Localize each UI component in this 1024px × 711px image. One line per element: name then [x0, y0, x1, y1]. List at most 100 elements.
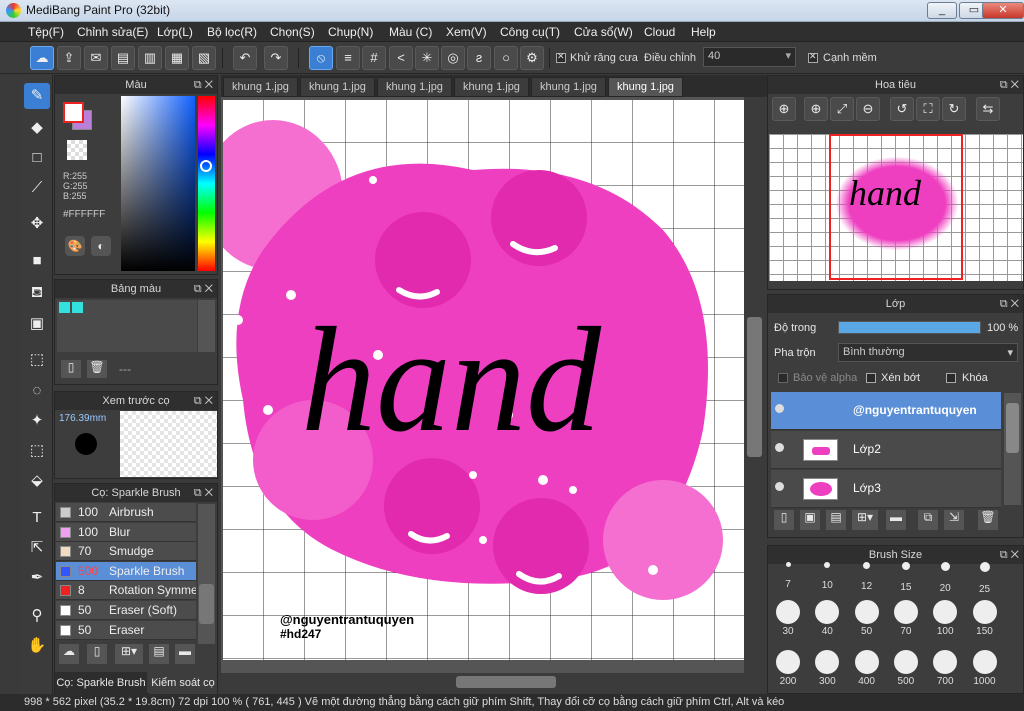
- redo-icon[interactable]: ↷: [264, 46, 288, 70]
- add-brush-icon[interactable]: ⊞▾: [115, 644, 143, 664]
- brush-list-item[interactable]: 50 Eraser (Soft): [56, 601, 196, 620]
- brush-settings-icon[interactable]: ▤: [149, 644, 169, 664]
- tab-brush-control[interactable]: Kiểm soát cọ: [149, 672, 217, 694]
- blend-mode-select[interactable]: Bình thường ▾: [838, 343, 1018, 362]
- share-icon[interactable]: ⇪: [57, 46, 81, 70]
- palette-swatch[interactable]: [59, 302, 70, 313]
- brush-size-option[interactable]: 40: [807, 600, 847, 637]
- close-button[interactable]: ✕: [982, 2, 1024, 19]
- new-brush-icon[interactable]: ▯: [87, 644, 107, 664]
- menu-cloud[interactable]: Cloud: [644, 25, 675, 39]
- perspective-snap-icon[interactable]: <: [389, 46, 413, 70]
- opacity-slider[interactable]: [838, 321, 981, 334]
- gradient-tool-icon[interactable]: ▣: [24, 311, 50, 337]
- navigator-viewport-frame[interactable]: [829, 134, 963, 280]
- panel-close-icon[interactable]: ⧉ ✕: [194, 76, 213, 94]
- minimize-button[interactable]: _: [927, 2, 957, 19]
- curve-snap-icon[interactable]: ƨ: [467, 46, 491, 70]
- text-tool-icon[interactable]: T: [24, 505, 50, 531]
- tab-brush[interactable]: Cọ: Sparkle Brush: [55, 672, 147, 694]
- divide-tool-icon[interactable]: ✒: [24, 565, 50, 591]
- delete-layer-icon[interactable]: 🗑: [978, 510, 998, 530]
- brush-size-option[interactable]: 400: [847, 650, 887, 687]
- brush-size-option[interactable]: 50: [847, 600, 887, 637]
- rotate-right-icon[interactable]: ↻: [942, 97, 966, 121]
- flip-icon[interactable]: ⇆: [976, 97, 1000, 121]
- select-eraser-tool-icon[interactable]: ⬙: [24, 468, 50, 494]
- layer-row[interactable]: Lớp2: [771, 431, 1001, 469]
- transparent-color-swatch[interactable]: [67, 140, 87, 160]
- parallel-snap-icon[interactable]: ≡: [336, 46, 360, 70]
- menu-help[interactable]: Help: [691, 25, 716, 39]
- menu-layer[interactable]: Lớp(L): [157, 25, 193, 39]
- menu-tools[interactable]: Công cụ(T): [500, 25, 560, 39]
- document-tab[interactable]: khung 1.jpg: [377, 77, 452, 97]
- select-pen-tool-icon[interactable]: ⬚: [24, 438, 50, 464]
- saturation-value-picker[interactable]: [121, 96, 195, 271]
- brush-list-item[interactable]: 100 Blur: [56, 522, 196, 542]
- brush-size-option[interactable]: 200: [768, 650, 808, 687]
- move-tool-icon[interactable]: ✥: [24, 211, 50, 237]
- brush-size-option[interactable]: 70: [886, 600, 926, 637]
- layer-attribute-icon[interactable]: ▤: [826, 510, 846, 530]
- add-layer-menu-icon[interactable]: ⊞▾: [852, 510, 878, 530]
- brush-size-option[interactable]: 7: [768, 560, 808, 590]
- visibility-eye-icon[interactable]: [775, 443, 784, 452]
- brush-size-option[interactable]: 500: [886, 650, 926, 687]
- menu-file[interactable]: Tệp(F): [28, 25, 64, 39]
- rotate-left-icon[interactable]: ↺: [890, 97, 914, 121]
- panel-close-icon[interactable]: ⧉ ✕: [1000, 76, 1019, 94]
- edit-doc-icon[interactable]: ▧: [192, 46, 216, 70]
- panel-close-icon[interactable]: ⧉ ✕: [194, 484, 213, 502]
- horizontal-scroll-thumb[interactable]: [456, 676, 556, 688]
- duplicate-layer-icon[interactable]: ⧉: [918, 510, 938, 530]
- brush-size-option[interactable]: 30: [768, 600, 808, 637]
- brush-list-item[interactable]: 8 Rotation Symmetry: [56, 581, 196, 601]
- brush-size-option[interactable]: 25: [965, 560, 1005, 595]
- lasso-tool-icon[interactable]: ◌: [24, 378, 50, 404]
- menu-filter[interactable]: Bộ lọc(R): [207, 25, 257, 39]
- panel-close-icon[interactable]: ⧉ ✕: [194, 392, 213, 410]
- menu-select[interactable]: Chọn(S): [270, 25, 315, 39]
- snap-settings-icon[interactable]: ⚙: [520, 46, 544, 70]
- hue-handle[interactable]: [200, 160, 212, 172]
- brush-list-scrollbar[interactable]: [199, 584, 214, 624]
- brush-size-option[interactable]: 300: [807, 650, 847, 687]
- brush-list-item[interactable]: 500 Sparkle Brush: [56, 561, 196, 581]
- brush-size-option[interactable]: 12: [847, 560, 887, 592]
- eyedropper-tool-icon[interactable]: ⚲: [24, 603, 50, 629]
- brush-size-option[interactable]: 150: [965, 600, 1005, 637]
- menu-color[interactable]: Màu (C): [389, 25, 432, 39]
- fill-rect-tool-icon[interactable]: ■: [24, 248, 50, 274]
- reset-rotate-icon[interactable]: ⛶: [916, 97, 940, 121]
- menu-view[interactable]: Xem(V): [446, 25, 487, 39]
- brush-size-option[interactable]: 20: [925, 560, 965, 594]
- zoom-out-icon[interactable]: ⊖: [856, 97, 880, 121]
- navigator-preview[interactable]: hand: [769, 134, 1023, 281]
- document-tab[interactable]: khung 1.jpg: [300, 77, 375, 97]
- brush-list-item[interactable]: 70 Smudge: [56, 542, 196, 562]
- protect-alpha-checkbox[interactable]: [778, 373, 788, 383]
- adjust-select[interactable]: 40: [703, 47, 796, 67]
- merge-layer-icon[interactable]: ⇲: [944, 510, 964, 530]
- hand-tool-icon[interactable]: ✋: [24, 633, 50, 659]
- menu-edit[interactable]: Chỉnh sửa(E): [77, 25, 148, 39]
- undo-icon[interactable]: ↶: [233, 46, 257, 70]
- eraser-tool-icon[interactable]: ◆: [24, 115, 50, 141]
- delete-palette-icon[interactable]: 🗑: [87, 360, 107, 378]
- clipping-checkbox[interactable]: [866, 373, 876, 383]
- brush-tool-icon[interactable]: ✎: [24, 83, 50, 109]
- select-tool-icon[interactable]: ⬚: [24, 347, 50, 373]
- document-tab[interactable]: khung 1.jpg: [454, 77, 529, 97]
- panel-close-icon[interactable]: ⧉ ✕: [194, 280, 213, 298]
- comment-icon[interactable]: ✉: [84, 46, 108, 70]
- smooth-edge-checkbox[interactable]: [808, 51, 818, 63]
- document-tab[interactable]: khung 1.jpg: [223, 77, 298, 97]
- layer-row[interactable]: Lớp3: [771, 470, 1001, 508]
- brush-folder-icon[interactable]: ▬: [175, 644, 195, 664]
- brush-list-item[interactable]: 100 Airbrush: [56, 503, 196, 522]
- canvas-vertical-scrollbar[interactable]: [744, 97, 767, 673]
- zoom-in-2-icon[interactable]: ⊕: [804, 97, 828, 121]
- fit-icon[interactable]: ⤢: [830, 97, 854, 121]
- brush-list-item[interactable]: 50 Eraser: [56, 620, 196, 640]
